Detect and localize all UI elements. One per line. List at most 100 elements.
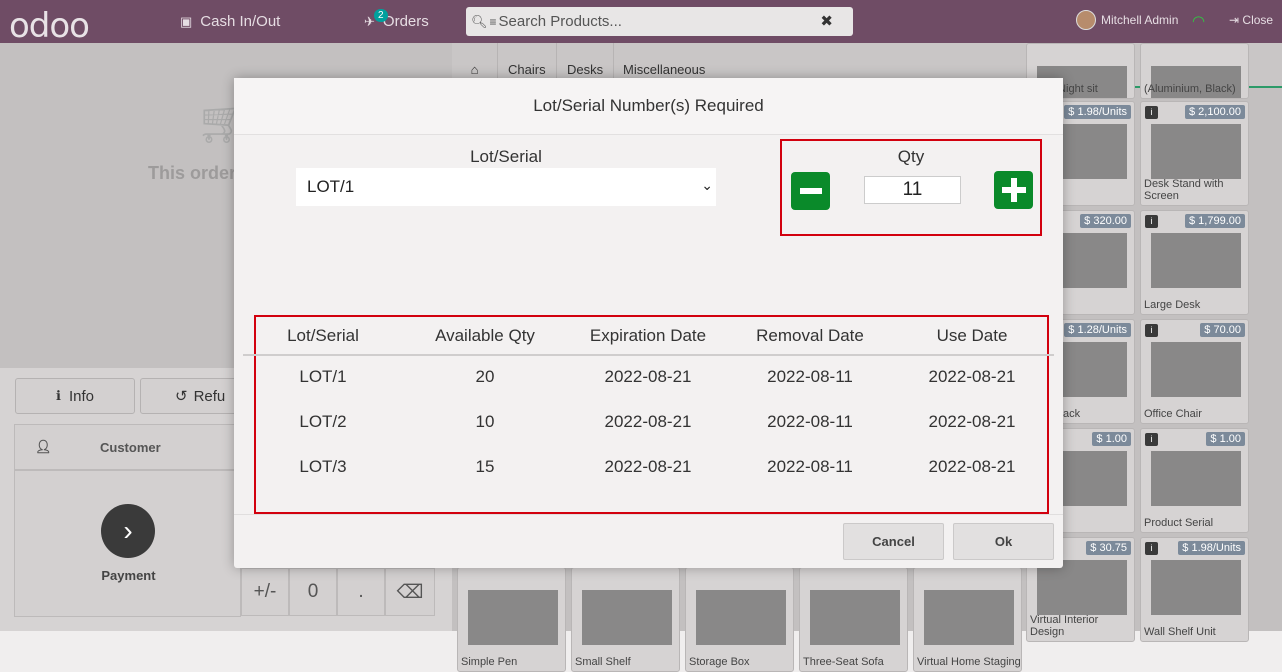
cancel-button[interactable]: Cancel	[843, 523, 944, 560]
info-icon: ℹ	[56, 388, 61, 403]
orders-label: Orders	[382, 13, 429, 30]
search-icon: 🔍︎	[471, 13, 488, 29]
avatar	[1076, 10, 1096, 30]
product-tile[interactable]: i $ 1.98/Units Wall Shelf Unit	[1140, 537, 1249, 642]
product-price: $ 70.00	[1200, 323, 1245, 337]
product-name: Large Desk	[1144, 299, 1201, 311]
product-name: Desk Stand with Screen	[1144, 178, 1224, 202]
payment-button[interactable]: › Payment	[14, 470, 241, 617]
minus-icon	[799, 188, 822, 194]
orders-button[interactable]: ✈ 2 Orders	[364, 0, 429, 43]
decrease-qty-button[interactable]	[791, 172, 830, 210]
product-tile[interactable]: (Aluminium, Black)	[1140, 43, 1249, 99]
info-button[interactable]: ℹ Info	[15, 378, 135, 414]
product-name: Office Chair	[1144, 408, 1202, 420]
info-icon[interactable]: i	[1145, 433, 1158, 446]
product-image	[1037, 560, 1127, 615]
product-image	[468, 590, 558, 645]
cash-in-out-label: Cash In/Out	[200, 13, 281, 30]
info-icon[interactable]: i	[1145, 215, 1158, 228]
product-price: $ 1.28/Units	[1064, 323, 1131, 337]
product-tile[interactable]: Simple Pen	[457, 567, 566, 672]
numpad-decimal[interactable]: .	[337, 568, 385, 616]
product-price: $ 1.98/Units	[1064, 105, 1131, 119]
user-menu[interactable]: Mitchell Admin	[1076, 10, 1178, 30]
cell-expiration-date: 2022-08-21	[604, 367, 692, 386]
cell-expiration-date: 2022-08-21	[604, 412, 692, 431]
product-price: $ 1.00	[1092, 432, 1131, 446]
cell-removal-date: 2022-08-11	[767, 412, 853, 431]
cell-expiration-date: 2022-08-21	[604, 457, 692, 476]
ok-button[interactable]: Ok	[953, 523, 1054, 560]
close-button[interactable]: ⇥ Close	[1229, 13, 1273, 27]
product-name: Three-Seat Sofa	[803, 656, 884, 668]
info-icon[interactable]: i	[1145, 542, 1158, 555]
cell-use-date: 2022-08-21	[928, 367, 1016, 386]
numpad-plus-minus[interactable]: +/-	[241, 568, 289, 616]
product-tile[interactable]: i $ 1,799.00 Large Desk	[1140, 210, 1249, 315]
user-name: Mitchell Admin	[1101, 13, 1179, 27]
product-image	[696, 590, 786, 645]
product-name: Virtual Interior Design	[1030, 614, 1099, 638]
cash-in-out-button[interactable]: ▣ Cash In/Out	[180, 0, 280, 43]
close-icon: ⇥	[1229, 13, 1240, 27]
product-price: $ 30.75	[1086, 541, 1131, 555]
table-row[interactable]: LOT/2 10 2022-08-21 2022-08-11 2022-08-21	[234, 412, 1063, 436]
product-price: $ 1,799.00	[1185, 214, 1245, 228]
wifi-icon: ◠	[1192, 13, 1206, 30]
product-tile[interactable]: Virtual Home Staging	[913, 567, 1022, 672]
lot-serial-select[interactable]: LOT/1 ⌄	[296, 168, 716, 206]
product-search-bar[interactable]: 🔍︎ ≡ Search Products... ✖	[466, 7, 853, 36]
col-expiration-date: Expiration Date	[589, 326, 707, 345]
info-icon[interactable]: i	[1145, 106, 1158, 119]
product-name: Virtual Home Staging	[917, 656, 1021, 668]
lot-serial-label: Lot/Serial	[470, 147, 542, 166]
lot-serial-dialog: Lot/Serial Number(s) Required Lot/Serial…	[234, 78, 1063, 568]
product-image	[1151, 451, 1241, 506]
cell-available-qty: 15	[475, 457, 495, 476]
col-lot-serial: Lot/Serial	[287, 326, 359, 345]
product-tile[interactable]: Three-Seat Sofa	[799, 567, 908, 672]
product-image	[1151, 560, 1241, 615]
dialog-footer: Cancel Ok	[234, 514, 1063, 568]
product-image	[1151, 124, 1241, 179]
product-tile[interactable]: Storage Box	[685, 567, 794, 672]
table-row[interactable]: LOT/3 15 2022-08-21 2022-08-11 2022-08-21	[234, 457, 1063, 481]
customer-label: Customer	[100, 440, 161, 455]
table-row[interactable]: LOT/1 20 2022-08-21 2022-08-11 2022-08-21	[234, 367, 1063, 391]
cell-lot-serial: LOT/1	[299, 367, 347, 386]
product-image	[810, 590, 900, 645]
product-tile[interactable]: Small Shelf	[571, 567, 680, 672]
cell-use-date: 2022-08-21	[928, 457, 1016, 476]
search-input[interactable]: Search Products...	[499, 13, 622, 30]
barcode-icon: ≡	[489, 14, 497, 29]
cell-available-qty: 10	[475, 412, 495, 431]
col-removal-date: Removal Date	[756, 326, 864, 345]
numpad-zero[interactable]: 0	[289, 568, 337, 616]
info-icon[interactable]: i	[1145, 324, 1158, 337]
top-bar: odoo ▣ Cash In/Out ✈ 2 Orders 🔍︎ ≡ Searc…	[0, 0, 1282, 46]
product-tile[interactable]: i $ 1.00 Product Serial	[1140, 428, 1249, 533]
dialog-title: Lot/Serial Number(s) Required	[234, 78, 1063, 135]
product-price: $ 1.00	[1206, 432, 1245, 446]
product-image	[582, 590, 672, 645]
chevron-down-icon: ⌄	[701, 177, 713, 193]
product-name: Simple Pen	[461, 656, 518, 668]
increase-qty-button[interactable]	[994, 171, 1033, 209]
empty-order-message: This order	[148, 163, 237, 183]
chevron-right-icon: ›	[101, 504, 155, 558]
cell-use-date: 2022-08-21	[928, 412, 1016, 431]
product-name: Product Serial	[1144, 517, 1214, 529]
user-icon: 👤︎	[35, 439, 52, 454]
payment-label: Payment	[101, 568, 156, 583]
customer-button[interactable]: 👤︎ Customer	[14, 424, 235, 470]
cell-lot-serial: LOT/3	[299, 457, 347, 476]
cell-removal-date: 2022-08-11	[767, 367, 853, 386]
qty-label: Qty	[897, 147, 925, 166]
refund-label: Refu	[193, 387, 226, 405]
product-tile[interactable]: i $ 2,100.00 Desk Stand with Screen	[1140, 101, 1249, 206]
product-tile[interactable]: i $ 70.00 Office Chair	[1140, 319, 1249, 424]
numpad-backspace[interactable]: ⌫	[385, 568, 435, 616]
clear-search-icon[interactable]: ✖	[820, 12, 833, 30]
qty-input[interactable]: 11	[864, 176, 961, 204]
